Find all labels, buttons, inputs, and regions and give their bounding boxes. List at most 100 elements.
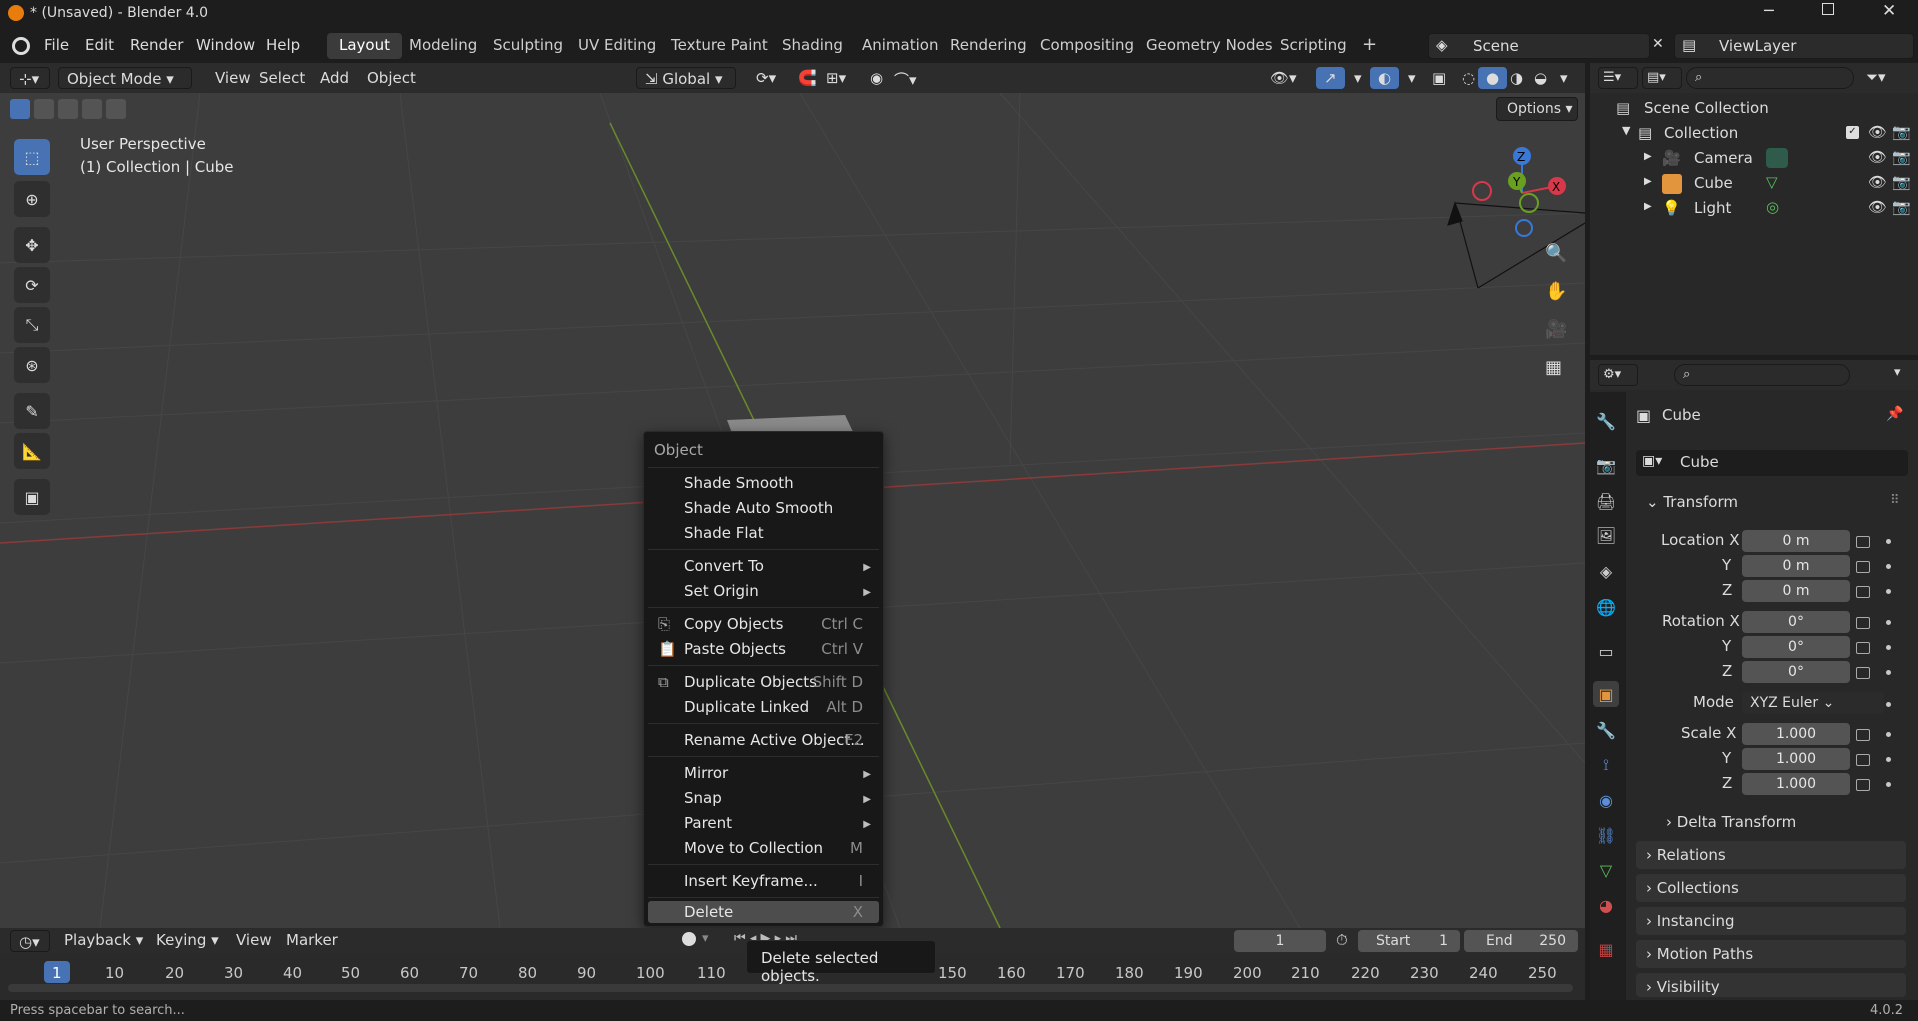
properties-editor-type-icon[interactable]: ⚙▾: [1598, 364, 1638, 386]
material-tab-icon[interactable]: ◕: [1593, 892, 1619, 918]
stopwatch-icon[interactable]: ⏱: [1336, 931, 1348, 949]
scale-tool-icon[interactable]: ⤡: [14, 307, 50, 343]
instancing-panel[interactable]: › Instancing: [1636, 907, 1906, 935]
rotation-y-field[interactable]: 0°: [1742, 636, 1850, 658]
motion-paths-panel[interactable]: › Motion Paths: [1636, 940, 1906, 968]
drag-handle-icon[interactable]: ⠿: [1890, 493, 1900, 508]
menu-item-copy-objects[interactable]: Copy Objects: [684, 615, 784, 633]
blender-menu-icon[interactable]: [12, 37, 30, 55]
timeline-editor-type-icon[interactable]: ◷▾: [10, 930, 50, 952]
options-dropdown[interactable]: Options ▾: [1496, 97, 1578, 121]
add-workspace-button[interactable]: +: [1350, 31, 1389, 57]
scale-y-field[interactable]: 1.000: [1742, 748, 1850, 770]
properties-options-icon[interactable]: ▾: [1894, 365, 1901, 380]
location-x-field[interactable]: 0 m: [1742, 530, 1850, 552]
select-box-tool-icon[interactable]: ⬚: [14, 139, 50, 175]
orientation-dropdown[interactable]: ⇲ Global ▾: [636, 67, 736, 89]
rotate-tool-icon[interactable]: ⟳: [14, 267, 50, 303]
pivot-icon[interactable]: ⟳▾: [748, 67, 784, 89]
menu-keying[interactable]: Keying ▾: [148, 929, 227, 951]
visibility-eye-icon[interactable]: 👁: [1868, 173, 1887, 191]
outliner-scene-collection[interactable]: ▤ Scene Collection: [1590, 97, 1918, 121]
end-frame-field[interactable]: End 250: [1464, 930, 1578, 952]
overlay-dropdown-icon[interactable]: ▾: [1400, 67, 1424, 89]
keyframe-dot-icon[interactable]: [1886, 757, 1891, 762]
snap-target-icon[interactable]: ⊞▾: [818, 67, 854, 89]
outliner-item-cube[interactable]: ▶ Cube ▽ 👁 📷: [1590, 172, 1918, 196]
cursor-tool-icon[interactable]: ⊕: [14, 181, 50, 217]
menu-item-paste-objects[interactable]: Paste Objects: [684, 640, 786, 658]
menu-timeline-view[interactable]: View: [228, 929, 280, 951]
particles-tab-icon[interactable]: ⟟: [1593, 752, 1619, 778]
move-tool-icon[interactable]: ✥: [14, 227, 50, 263]
rotation-mode-dropdown[interactable]: XYZ Euler ⌄: [1742, 692, 1884, 714]
visibility-eye-icon[interactable]: 👁: [1868, 148, 1887, 166]
lock-icon[interactable]: [1856, 754, 1870, 766]
visibility-icon[interactable]: 👁▾: [1262, 67, 1305, 89]
filter-icon[interactable]: ⏷▾: [1866, 68, 1886, 86]
lock-icon[interactable]: [1856, 617, 1870, 629]
falloff-icon[interactable]: ⌒▾: [886, 67, 925, 89]
tab-sculpting[interactable]: Sculpting: [481, 33, 575, 59]
tab-uv-editing[interactable]: UV Editing: [566, 33, 668, 59]
data-tab-icon[interactable]: ▽: [1593, 857, 1619, 883]
transform-panel-header[interactable]: ⌄ Transform: [1636, 488, 1906, 516]
output-tab-icon[interactable]: 🖨: [1593, 488, 1619, 514]
tab-compositing[interactable]: Compositing: [1028, 33, 1146, 59]
select-subtract-icon[interactable]: [58, 99, 78, 119]
lock-icon[interactable]: [1856, 561, 1870, 573]
editor-type-button[interactable]: ⊹▾: [10, 67, 50, 89]
menu-item-parent[interactable]: Parent: [684, 814, 732, 832]
minimize-icon[interactable]: ─: [1764, 1, 1774, 20]
pan-hand-icon[interactable]: ✋: [1545, 281, 1567, 302]
texture-tab-icon[interactable]: ▦: [1593, 936, 1619, 962]
outliner-item-light[interactable]: ▶ 💡 Light ◎ 👁 📷: [1590, 197, 1918, 221]
keyframe-dot-icon[interactable]: [1886, 589, 1891, 594]
menu-window[interactable]: Window: [196, 36, 255, 54]
expand-arrow-icon[interactable]: ▼: [1622, 124, 1630, 137]
properties-search-input[interactable]: ⌕: [1674, 364, 1850, 386]
expand-arrow-icon[interactable]: ▶: [1644, 201, 1652, 212]
scene-tab-icon[interactable]: ◈: [1593, 558, 1619, 584]
keyframe-dot-icon[interactable]: [1886, 539, 1891, 544]
constraints-tab-icon[interactable]: ⛓: [1593, 822, 1619, 848]
lock-icon[interactable]: [1856, 729, 1870, 741]
delete-scene-icon[interactable]: ✕: [1652, 36, 1664, 52]
render-camera-icon[interactable]: 📷: [1892, 198, 1911, 216]
menu-file[interactable]: File: [44, 36, 69, 54]
select-invert-icon[interactable]: [82, 99, 102, 119]
maximize-icon[interactable]: [1822, 3, 1834, 15]
display-mode-icon[interactable]: ▤▾: [1642, 67, 1682, 89]
world-tab-icon[interactable]: 🌐: [1593, 594, 1619, 620]
menu-item-insert-keyframe[interactable]: Insert Keyframe...: [684, 872, 818, 890]
close-icon[interactable]: ✕: [1882, 1, 1896, 21]
menu-item-mirror[interactable]: Mirror: [684, 764, 728, 782]
lock-icon[interactable]: [1856, 536, 1870, 548]
scale-z-field[interactable]: 1.000: [1742, 773, 1850, 795]
zoom-icon[interactable]: 🔍: [1545, 243, 1567, 264]
view-layer-tab-icon[interactable]: 🖼: [1593, 522, 1619, 548]
outliner-search-input[interactable]: ⌕: [1686, 67, 1854, 89]
collections-panel[interactable]: › Collections: [1636, 874, 1906, 902]
xray-icon[interactable]: ▣: [1424, 67, 1454, 89]
tab-animation[interactable]: Animation: [850, 33, 950, 59]
delta-transform-panel[interactable]: › Delta Transform: [1656, 808, 1906, 836]
keyframe-dot-icon[interactable]: [1886, 564, 1891, 569]
tab-modeling[interactable]: Modeling: [397, 33, 489, 59]
outliner-editor-type-icon[interactable]: ☰▾: [1598, 67, 1638, 89]
render-camera-icon[interactable]: 📷: [1892, 148, 1911, 166]
menu-help[interactable]: Help: [266, 36, 300, 54]
pin-icon[interactable]: 📌: [1886, 406, 1903, 422]
tab-texture-paint[interactable]: Texture Paint: [659, 33, 780, 59]
visibility-eye-icon[interactable]: 👁: [1868, 123, 1887, 141]
rendered-shading-icon[interactable]: ◒: [1526, 67, 1555, 89]
add-cube-tool-icon[interactable]: ▣: [14, 479, 50, 515]
tab-shading[interactable]: Shading: [770, 33, 855, 59]
start-frame-field[interactable]: Start 1: [1358, 930, 1460, 952]
overlay-toggle-icon[interactable]: ◐: [1370, 67, 1400, 89]
menu-item-rename-active-object[interactable]: Rename Active Object...: [684, 731, 865, 749]
tab-rendering[interactable]: Rendering: [938, 33, 1039, 59]
lock-icon[interactable]: [1856, 779, 1870, 791]
menu-edit[interactable]: Edit: [85, 36, 114, 54]
menu-marker[interactable]: Marker: [278, 929, 346, 951]
